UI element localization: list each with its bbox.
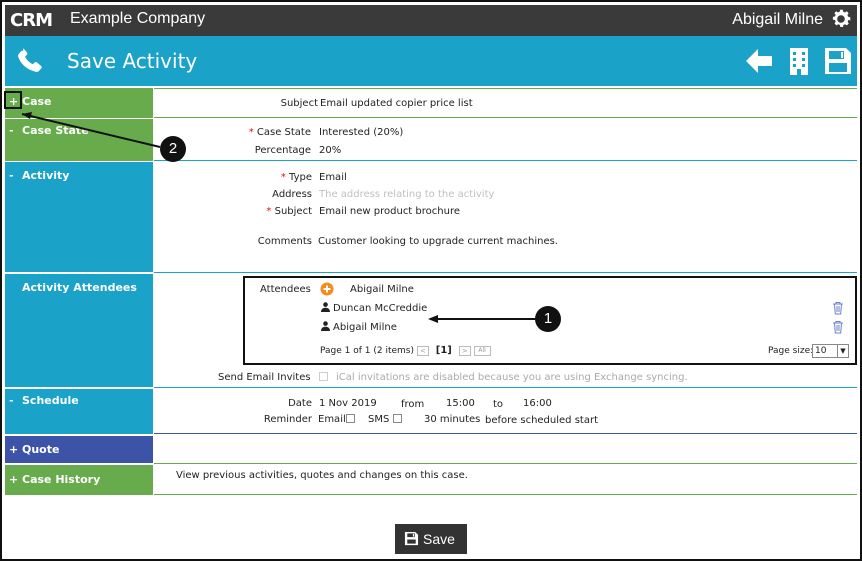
annotation-overlay xyxy=(4,91,536,323)
callout-arrowhead xyxy=(22,112,32,119)
callout-arrow xyxy=(21,113,161,148)
highlight-box xyxy=(4,91,22,109)
callout-arrowhead xyxy=(428,315,438,323)
callout-1: 1 xyxy=(535,306,561,332)
callout-2: 2 xyxy=(160,136,186,162)
